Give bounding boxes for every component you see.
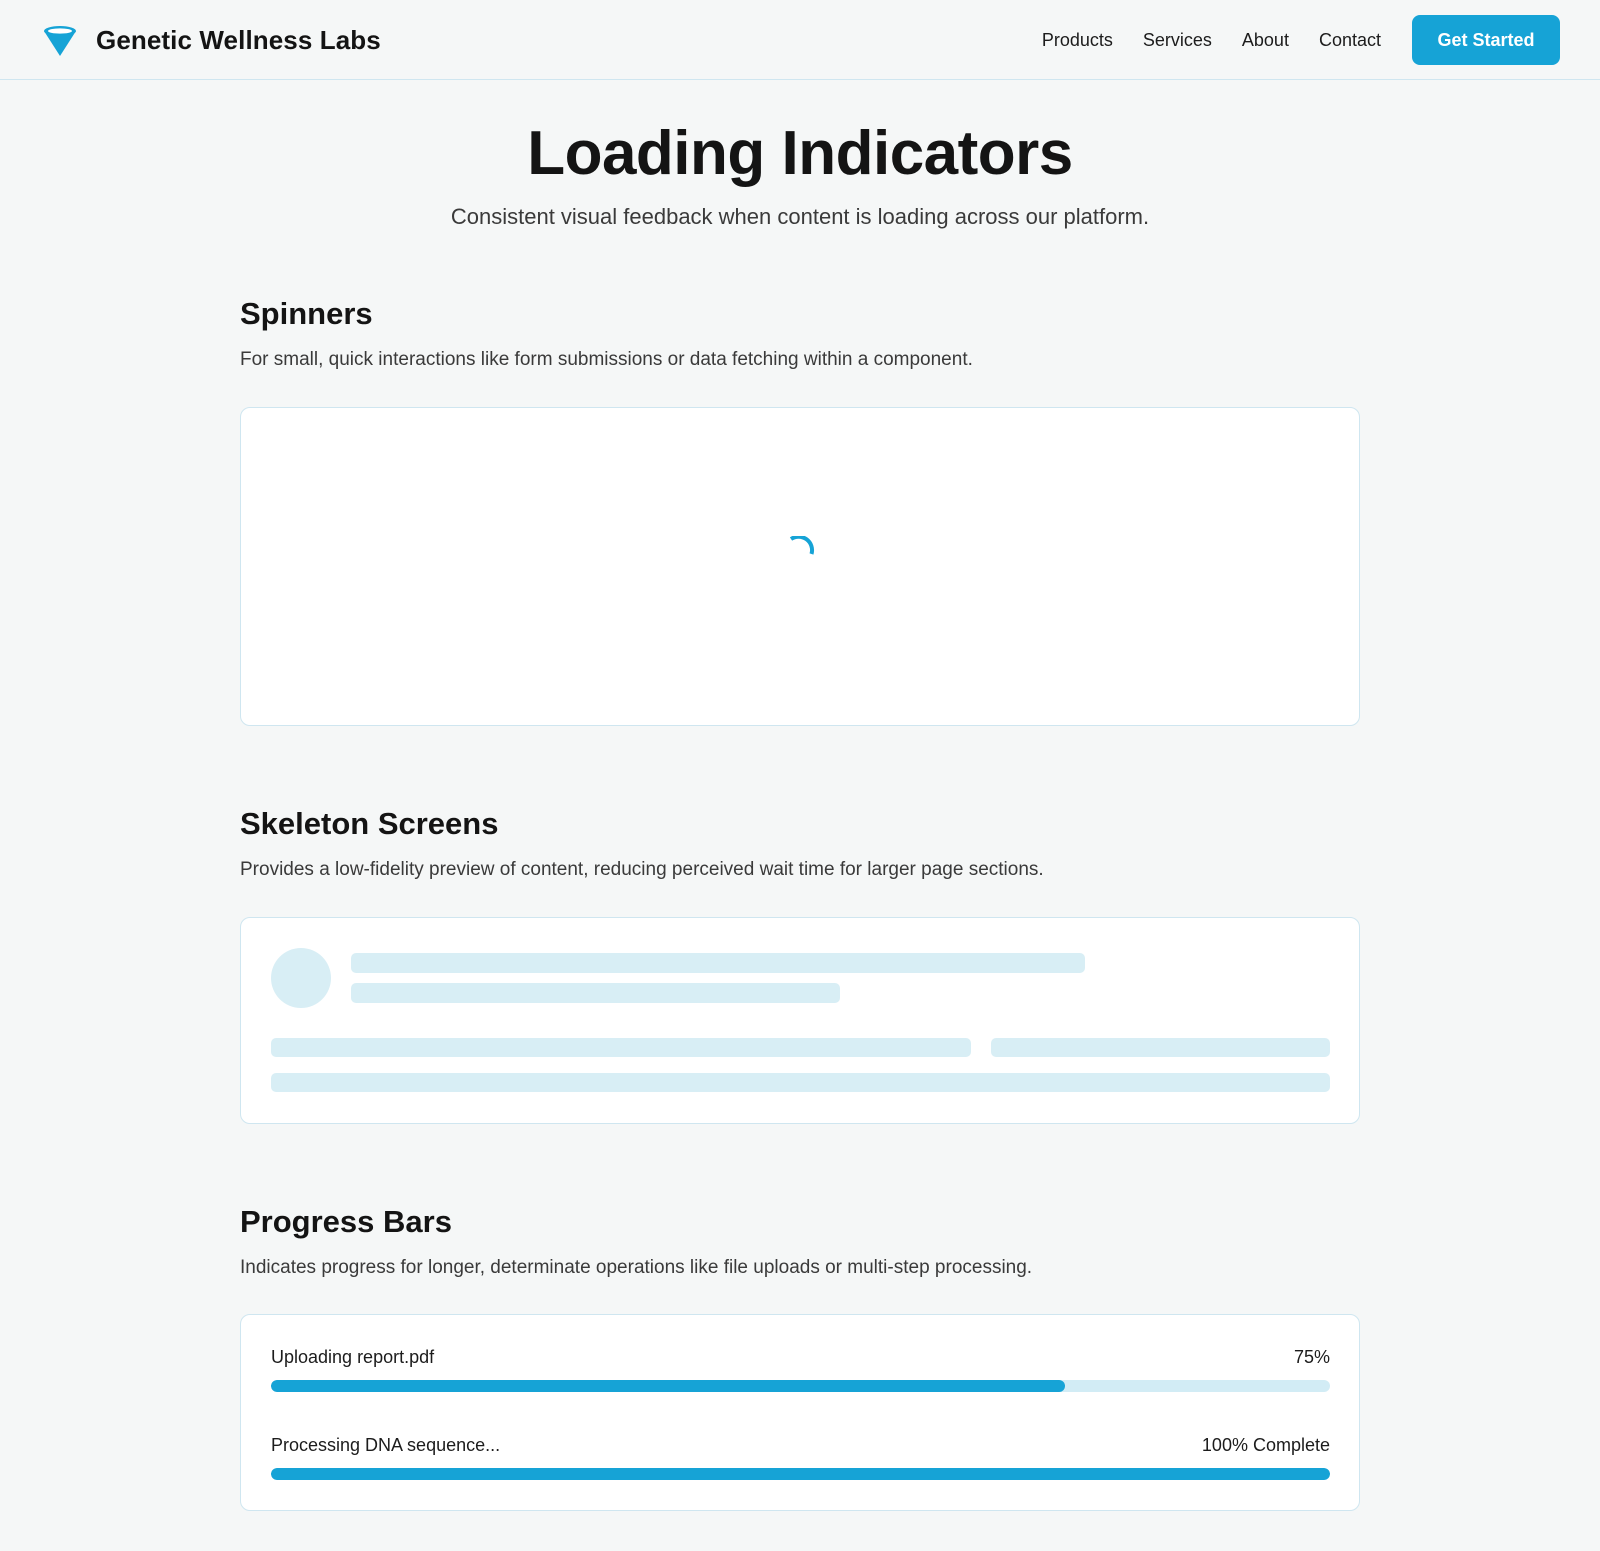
skeleton-line xyxy=(271,1073,1330,1092)
nav-link-services[interactable]: Services xyxy=(1143,30,1212,51)
progress-label: Processing DNA sequence... xyxy=(271,1435,501,1455)
nav-link-contact[interactable]: Contact xyxy=(1319,30,1381,51)
skeleton-line xyxy=(351,953,1085,973)
progress-title: Progress Bars xyxy=(240,1204,452,1239)
nav-link-about[interactable]: About xyxy=(1242,30,1289,51)
spinners-title: Spinners xyxy=(240,296,373,331)
nav-link-products[interactable]: Products xyxy=(1042,30,1113,51)
main-nav: Products Services About Contact Get Star… xyxy=(1042,15,1560,65)
funnel-cone-icon xyxy=(44,26,76,56)
progress-label: Uploading report.pdf xyxy=(271,1347,435,1367)
spinner-arc-icon xyxy=(789,536,815,555)
progress-item-dna: Processing DNA sequence... 100% Complete xyxy=(271,1435,1330,1481)
brand-name: Genetic Wellness Labs xyxy=(96,24,381,55)
skeleton-title: Skeleton Screens xyxy=(240,806,499,841)
skeleton-card xyxy=(240,917,1360,1124)
progress-card: Uploading report.pdf 75% Processing DNA … xyxy=(240,1314,1360,1511)
progress-track xyxy=(271,1380,1330,1392)
page-title: Loading Indicators xyxy=(527,119,1073,188)
skeleton-description: Provides a low-fidelity preview of conte… xyxy=(240,859,1044,880)
skeleton-avatar xyxy=(271,948,331,1008)
spinner-card xyxy=(240,407,1360,726)
site-header: Genetic Wellness Labs Products Services … xyxy=(0,0,1600,80)
progress-track xyxy=(271,1468,1330,1480)
brand[interactable]: Genetic Wellness Labs xyxy=(42,22,381,58)
skeleton-line xyxy=(991,1038,1330,1057)
progress-fill xyxy=(271,1468,1330,1480)
progress-value: 75% xyxy=(1293,1347,1330,1367)
spinners-description: For small, quick interactions like form … xyxy=(240,349,973,370)
skeleton-line xyxy=(271,1038,971,1057)
get-started-button[interactable]: Get Started xyxy=(1412,15,1560,65)
progress-item-upload: Uploading report.pdf 75% xyxy=(271,1347,1330,1393)
progress-value: 100% Complete xyxy=(1201,1435,1330,1455)
page-subtitle: Consistent visual feedback when content … xyxy=(450,204,1150,229)
progress-fill xyxy=(271,1380,1066,1392)
progress-description: Indicates progress for longer, determina… xyxy=(240,1257,1033,1278)
skeleton-line xyxy=(351,983,840,1003)
